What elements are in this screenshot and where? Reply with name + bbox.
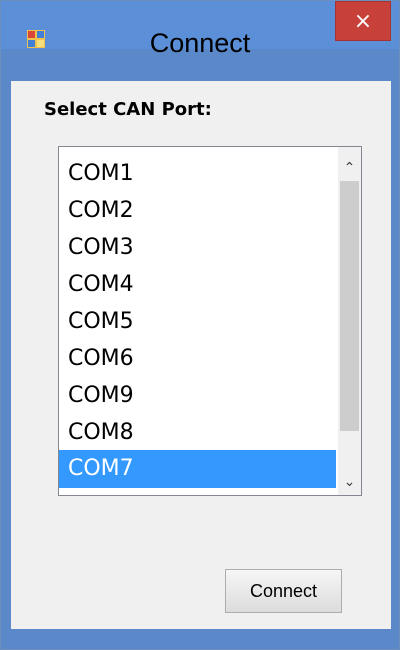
list-item-com5[interactable]: COM5: [59, 303, 336, 341]
list-item-com6[interactable]: COM6: [59, 340, 336, 378]
list-item-com8[interactable]: COM8: [59, 414, 336, 452]
list-item-com3[interactable]: COM3: [59, 229, 336, 267]
scroll-up-icon[interactable]: ⌃: [338, 155, 361, 181]
title-bar[interactable]: Connect ×: [1, 1, 399, 58]
connect-dialog: Connect × Select CAN Port: COM1 COM2 COM…: [0, 0, 400, 650]
select-can-port-label: Select CAN Port:: [44, 99, 212, 120]
list-item-com1[interactable]: COM1: [59, 155, 336, 193]
list-item-com2[interactable]: COM2: [59, 192, 336, 230]
list-item-com9[interactable]: COM9: [59, 377, 336, 415]
com-port-listbox[interactable]: COM1 COM2 COM3 COM4 COM5 COM6 COM9 COM8 …: [58, 146, 362, 496]
scroll-thumb[interactable]: [340, 181, 359, 431]
connect-button[interactable]: Connect: [225, 569, 342, 613]
scroll-down-icon[interactable]: ⌄: [338, 469, 361, 495]
list-item-com4[interactable]: COM4: [59, 266, 336, 304]
list-item-com7[interactable]: COM7: [59, 450, 336, 488]
listbox-scrollbar[interactable]: ⌃ ⌄: [338, 147, 361, 495]
close-button[interactable]: ×: [335, 1, 391, 41]
